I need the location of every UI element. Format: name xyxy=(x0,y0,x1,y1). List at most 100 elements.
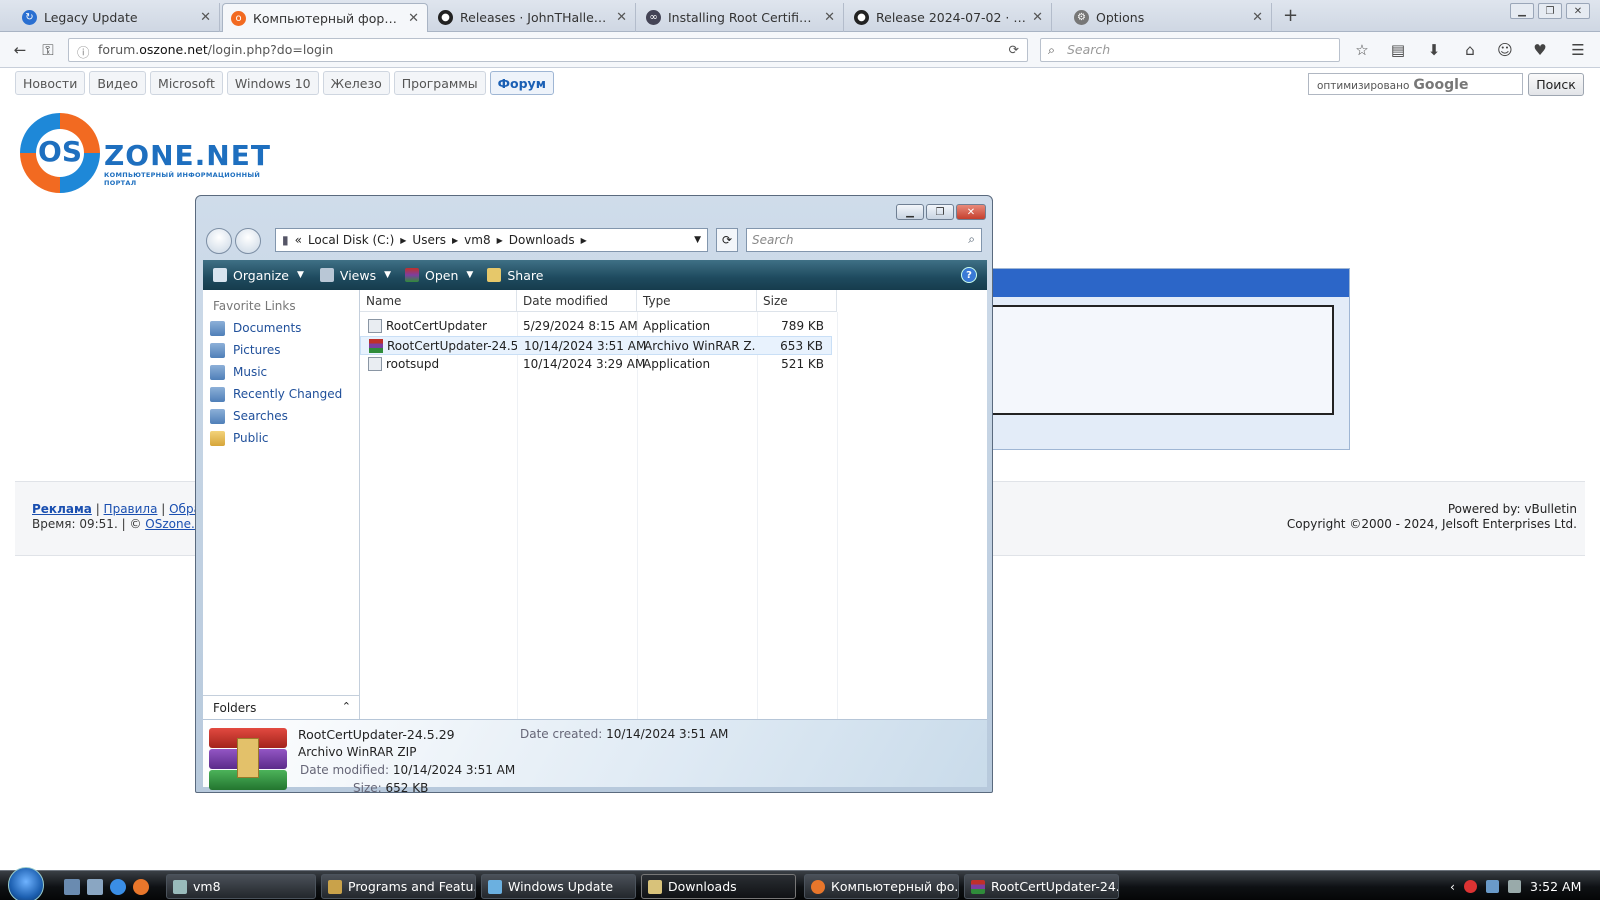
file-row[interactable]: RootCertUpdater 5/29/2024 8:15 AM Applic… xyxy=(360,317,832,336)
url-field[interactable]: ⓘ forum.oszone.net/login.php?do=login ⟳ xyxy=(68,38,1028,62)
column-size[interactable]: Size xyxy=(757,290,837,312)
taskbar-downloads[interactable]: Downloads xyxy=(641,874,796,899)
back-arrow-icon[interactable]: ← xyxy=(10,40,30,60)
reload-icon[interactable]: ⟳ xyxy=(1009,42,1019,57)
breadcrumb-users[interactable]: Users xyxy=(412,233,446,247)
column-type[interactable]: Type xyxy=(637,290,757,312)
chat-icon[interactable]: ☺ xyxy=(1495,40,1515,60)
site-nav-video[interactable]: Видео xyxy=(89,71,147,95)
firefox-icon[interactable] xyxy=(133,879,149,895)
details-size-label: Size: xyxy=(353,781,382,795)
clock[interactable]: 3:52 AM xyxy=(1530,879,1581,894)
help-icon[interactable]: ? xyxy=(961,267,977,283)
folders-toggle[interactable]: Folders ⌃ xyxy=(203,695,360,719)
start-button[interactable] xyxy=(8,867,44,900)
site-nav-microsoft[interactable]: Microsoft xyxy=(150,71,223,95)
taskbar-programs-features[interactable]: Programs and Featu... xyxy=(321,874,476,899)
info-icon[interactable]: ⓘ xyxy=(77,42,90,61)
taskbar-vm8[interactable]: vm8 xyxy=(166,874,316,899)
site-nav-news[interactable]: Новости xyxy=(15,71,86,95)
explorer-refresh-button[interactable]: ⟳ xyxy=(716,228,738,252)
column-date-modified[interactable]: Date modified xyxy=(517,290,637,312)
organize-label: Organize xyxy=(233,267,289,283)
breadcrumb-local-disk[interactable]: Local Disk (C:) xyxy=(308,233,394,247)
explorer-search-input[interactable]: Search ⌕ xyxy=(746,228,982,252)
close-icon[interactable]: ✕ xyxy=(200,10,211,25)
key-icon[interactable]: ⚿ xyxy=(38,40,58,60)
internet-explorer-icon[interactable] xyxy=(110,879,126,895)
error-icon[interactable] xyxy=(1464,880,1477,893)
favorite-label: Public xyxy=(233,431,269,445)
chevron-down-icon[interactable]: ▼ xyxy=(694,235,701,245)
music-icon xyxy=(210,364,225,380)
site-search-button[interactable]: Поиск xyxy=(1528,73,1584,96)
oszone-icon: o xyxy=(231,10,246,26)
file-name: rootsupd xyxy=(386,357,440,371)
bookmark-star-icon[interactable]: ☆ xyxy=(1352,40,1372,60)
favorite-recently-changed[interactable]: Recently Changed xyxy=(210,385,342,403)
site-nav-hardware[interactable]: Железо xyxy=(322,71,390,95)
maximize-button[interactable]: ❐ xyxy=(1538,3,1562,19)
taskbar-rootcertupdater[interactable]: RootCertUpdater-24... xyxy=(964,874,1119,899)
tab-legacy-update[interactable]: ↻ Legacy Update ✕ xyxy=(14,3,220,32)
breadcrumb-overflow[interactable]: « xyxy=(295,233,302,247)
download-icon[interactable]: ⬇ xyxy=(1424,40,1444,60)
explorer-minimize-button[interactable]: ▁ xyxy=(896,204,924,220)
share-button[interactable]: Share xyxy=(487,268,543,283)
network-icon[interactable] xyxy=(1486,880,1499,893)
reading-list-icon[interactable]: ▤ xyxy=(1388,40,1408,60)
search-icon[interactable]: ⌕ xyxy=(968,232,975,247)
column-name[interactable]: Name xyxy=(360,290,517,312)
minimize-button[interactable]: ▁ xyxy=(1510,3,1534,19)
browser-tab-bar: ↻ Legacy Update ✕ o Компьютерный форум O… xyxy=(0,0,1600,32)
views-button[interactable]: Views ▼ xyxy=(319,268,391,283)
oszone-logo[interactable]: OS ZONE.NET КОМПЬЮТЕРНЫЙ ИНФОРМАЦИОННЫЙ … xyxy=(20,113,280,193)
taskbar-windows-update[interactable]: Windows Update xyxy=(481,874,636,899)
browser-search-input[interactable]: ⌕ Search xyxy=(1040,38,1340,62)
breadcrumb-vm8[interactable]: vm8 xyxy=(464,233,490,247)
site-nav-software[interactable]: Программы xyxy=(393,71,486,95)
menu-icon[interactable]: ☰ xyxy=(1568,40,1588,60)
footer-ads-link[interactable]: Реклама xyxy=(32,502,92,516)
home-icon[interactable]: ⌂ xyxy=(1460,40,1480,60)
site-search-input[interactable]: оптимизировано Google xyxy=(1308,73,1523,95)
open-button[interactable]: Open ▼ xyxy=(405,268,473,283)
tab-installing-root-cert[interactable]: ∞ Installing Root Certificate o... ✕ xyxy=(638,3,844,32)
file-row[interactable]: rootsupd 10/14/2024 3:29 AM Application … xyxy=(360,355,832,374)
explorer-address-bar[interactable]: ▮ « Local Disk (C:) ▶ Users ▶ vm8 ▶ Downloa… xyxy=(275,228,708,252)
footer-site-link[interactable]: OSzone.n xyxy=(145,517,202,531)
file-row[interactable]: RootCertUpdater-24.5.29 10/14/2024 3:51 … xyxy=(360,336,832,355)
tab-github-releases[interactable]: ● Releases · JohnTHaller/Roo... ✕ xyxy=(430,3,636,32)
pocket-icon[interactable]: ♥ xyxy=(1530,40,1550,60)
site-nav-windows10[interactable]: Windows 10 xyxy=(226,71,319,95)
tab-options[interactable]: ⚙ Options ✕ xyxy=(1066,3,1272,32)
favorite-pictures[interactable]: Pictures xyxy=(210,341,281,359)
close-window-button[interactable]: ✕ xyxy=(1566,3,1590,19)
close-icon[interactable]: ✕ xyxy=(824,10,835,25)
footer-rules-link[interactable]: Правила xyxy=(104,502,158,516)
explorer-maximize-button[interactable]: ❐ xyxy=(926,204,954,220)
volume-icon[interactable] xyxy=(1508,880,1521,893)
chevron-left-icon[interactable]: ‹ xyxy=(1450,879,1455,894)
favorite-music[interactable]: Music xyxy=(210,363,267,381)
new-tab-button[interactable]: + xyxy=(1283,5,1298,26)
close-icon[interactable]: ✕ xyxy=(1032,10,1043,25)
tab-github-release[interactable]: ● Release 2024-07-02 · JohnT... ✕ xyxy=(846,3,1052,32)
breadcrumb-downloads[interactable]: Downloads xyxy=(509,233,575,247)
explorer-close-button[interactable]: ✕ xyxy=(956,204,986,220)
explorer-back-button[interactable] xyxy=(206,228,232,254)
favorite-documents[interactable]: Documents xyxy=(210,319,301,337)
tab-oszone-forum[interactable]: o Компьютерный форум O... ✕ xyxy=(222,3,428,32)
favorite-searches[interactable]: Searches xyxy=(210,407,288,425)
organize-button[interactable]: Organize ▼ xyxy=(213,268,304,283)
vm-icon xyxy=(173,879,187,894)
close-icon[interactable]: ✕ xyxy=(408,11,419,26)
close-icon[interactable]: ✕ xyxy=(1252,10,1263,25)
explorer-forward-button[interactable] xyxy=(235,228,261,254)
site-nav-forum[interactable]: Форум xyxy=(489,71,554,95)
close-icon[interactable]: ✕ xyxy=(616,10,627,25)
favorite-public[interactable]: Public xyxy=(210,429,269,447)
show-desktop-icon[interactable] xyxy=(64,879,80,895)
switch-windows-icon[interactable] xyxy=(87,879,103,895)
taskbar-oszone-firefox[interactable]: Компьютерный фо... xyxy=(804,874,959,899)
